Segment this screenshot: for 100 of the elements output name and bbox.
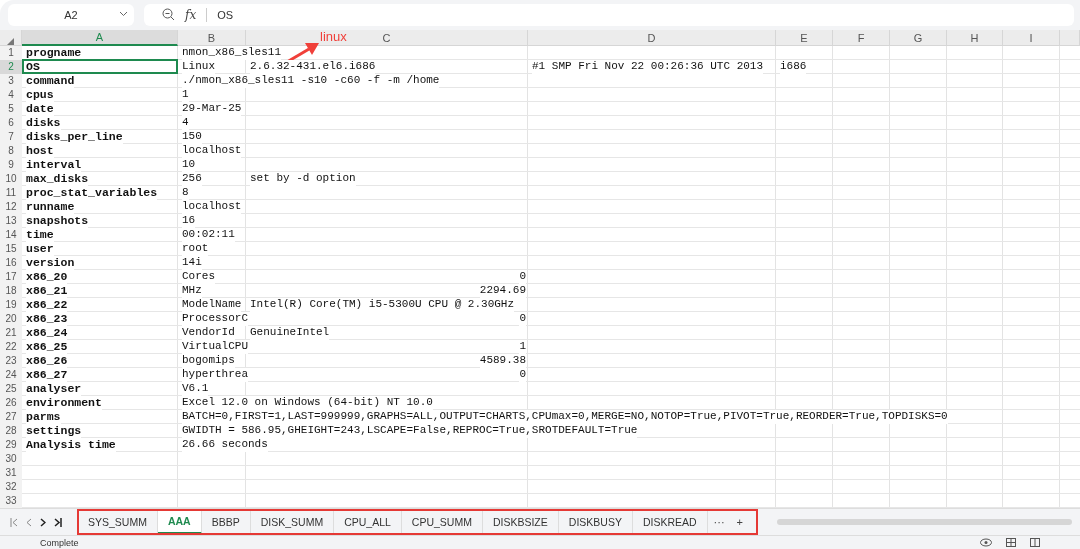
cell-value: 1 xyxy=(519,340,526,355)
page-view-icon[interactable] xyxy=(1030,538,1040,548)
row-header[interactable]: 5 xyxy=(0,102,22,117)
sheet-tab[interactable]: CPU_SUMM xyxy=(401,511,483,534)
row-header[interactable]: 18 xyxy=(0,284,22,299)
name-box[interactable]: A2 xyxy=(8,3,134,26)
cell-value: MHz xyxy=(182,284,202,299)
cell-value: 0 xyxy=(519,368,526,383)
row-header[interactable]: 30 xyxy=(0,452,22,467)
sheet-tab[interactable]: CPU_ALL xyxy=(334,511,402,534)
cell-value: Cores xyxy=(182,270,215,285)
row-header[interactable]: 20 xyxy=(0,312,22,327)
row-label: date xyxy=(26,102,54,117)
row-header[interactable]: 10 xyxy=(0,172,22,187)
sheet-tab[interactable]: DISKBUSY xyxy=(558,511,633,534)
cell-value: ProcessorC xyxy=(182,312,248,327)
cell-value: 2.6.32-431.el6.i686 xyxy=(250,60,376,75)
row-header[interactable]: 25 xyxy=(0,382,22,397)
row-header[interactable]: 24 xyxy=(0,368,22,383)
row-label: host xyxy=(26,144,54,159)
row-header[interactable]: 11 xyxy=(0,186,22,201)
row-header[interactable]: 33 xyxy=(0,494,22,509)
row-header[interactable]: 14 xyxy=(0,228,22,243)
sheet-tab[interactable]: BBBP xyxy=(201,511,251,534)
add-sheet-button[interactable]: + xyxy=(730,516,750,529)
sheet-tab[interactable]: DISK_SUMM xyxy=(250,511,335,534)
row-header[interactable]: 31 xyxy=(0,466,22,481)
grid-view-icon[interactable] xyxy=(1006,538,1016,548)
cell-value: Excel 12.0 on Windows (64-bit) NT 10.0 xyxy=(182,396,433,411)
row-header[interactable]: 1 xyxy=(0,46,22,61)
row-header[interactable]: 29 xyxy=(0,438,22,453)
cell-value: Intel(R) Core(TM) i5-5300U CPU @ 2.30GHz xyxy=(250,298,515,313)
cell-value: 2294.69 xyxy=(479,284,526,299)
cell-value: 00:02:11 xyxy=(182,228,235,243)
cell-value: 150 xyxy=(182,130,202,145)
cell-value: 256 xyxy=(182,172,202,187)
row-header[interactable]: 9 xyxy=(0,158,22,173)
row-header[interactable]: 26 xyxy=(0,396,22,411)
row-label: version xyxy=(26,256,75,271)
cell-value: ModelName xyxy=(182,298,242,313)
cell-value: 26.66 seconds xyxy=(182,438,268,453)
row-header[interactable]: 21 xyxy=(0,326,22,341)
cell-value: 8 xyxy=(182,186,189,201)
zoom-icon[interactable] xyxy=(162,8,175,22)
cell-value: localhost xyxy=(182,144,242,159)
row-header[interactable]: 7 xyxy=(0,130,22,145)
row-label: analyser xyxy=(26,382,82,397)
row-header[interactable]: 17 xyxy=(0,270,22,285)
cell-value: ./nmon_x86_sles11 -s10 -c60 -f -m /home xyxy=(182,74,440,89)
row-label: proc_stat_variables xyxy=(26,186,158,201)
sheet-tab[interactable]: DISKREAD xyxy=(632,511,708,534)
row-label: command xyxy=(26,74,75,89)
cell-value: 14i xyxy=(182,256,202,271)
cell-value: #1 SMP Fri Nov 22 00:26:36 UTC 2013 xyxy=(532,60,764,75)
cell-value: nmon_x86_sles11 xyxy=(182,46,282,61)
row-header[interactable]: 32 xyxy=(0,480,22,495)
horizontal-scrollbar[interactable] xyxy=(777,519,1072,526)
fx-label[interactable]: fx xyxy=(185,7,197,22)
last-sheet-icon[interactable] xyxy=(54,517,62,527)
row-label: interval xyxy=(26,158,82,173)
row-header[interactable]: 6 xyxy=(0,116,22,131)
row-header[interactable]: 12 xyxy=(0,200,22,215)
more-tabs-button[interactable]: ··· xyxy=(707,516,731,529)
row-header[interactable]: 22 xyxy=(0,340,22,355)
next-sheet-icon[interactable] xyxy=(40,517,46,527)
cell-value: Linux xyxy=(182,60,215,75)
row-header[interactable]: 13 xyxy=(0,214,22,229)
row-header[interactable]: 4 xyxy=(0,88,22,103)
row-label: x86_21 xyxy=(26,284,68,299)
eye-icon[interactable] xyxy=(980,538,992,548)
cell-value: set by -d option xyxy=(250,172,356,187)
formula-field[interactable]: fx OS xyxy=(144,3,1074,26)
select-all-icon[interactable] xyxy=(7,38,14,46)
row-header[interactable]: 27 xyxy=(0,410,22,425)
cell-value: 10 xyxy=(182,158,196,173)
sheet-tab[interactable]: DISKBSIZE xyxy=(482,511,559,534)
cell-value: bogomips xyxy=(182,354,235,369)
row-header[interactable]: 3 xyxy=(0,74,22,89)
cell-value: 4589.38 xyxy=(479,354,526,369)
sheet-tab[interactable]: SYS_SUMM xyxy=(78,511,158,534)
cell-value: 29-Mar-25 xyxy=(182,102,242,117)
sheet-tab[interactable]: AAA xyxy=(157,510,202,535)
row-label: settings xyxy=(26,424,82,439)
previous-sheet-icon[interactable] xyxy=(26,517,32,527)
cell-value: hyperthrea xyxy=(182,368,248,383)
row-header[interactable]: 28 xyxy=(0,424,22,439)
cell-value: 0 xyxy=(519,312,526,327)
first-sheet-icon[interactable] xyxy=(10,517,18,527)
cell-value: BATCH=0,FIRST=1,LAST=999999,GRAPHS=ALL,OUTPUT=CHARTS,CPUmax=0,MERGE=NO,NOTOP=True,PIVOT=True,REORDER=True,TOPDISKS=0 xyxy=(182,410,948,425)
row-label: x86_24 xyxy=(26,326,68,341)
cell-value: VirtualCPU xyxy=(182,340,248,355)
row-header[interactable]: 16 xyxy=(0,256,22,271)
row-header[interactable]: 15 xyxy=(0,242,22,257)
row-label: x86_23 xyxy=(26,312,68,327)
row-header[interactable]: 8 xyxy=(0,144,22,159)
row-label: x86_22 xyxy=(26,298,68,313)
cell-value: 16 xyxy=(182,214,196,229)
row-header[interactable]: 23 xyxy=(0,354,22,369)
row-header[interactable]: 19 xyxy=(0,298,22,313)
cell-value: 0 xyxy=(519,270,526,285)
